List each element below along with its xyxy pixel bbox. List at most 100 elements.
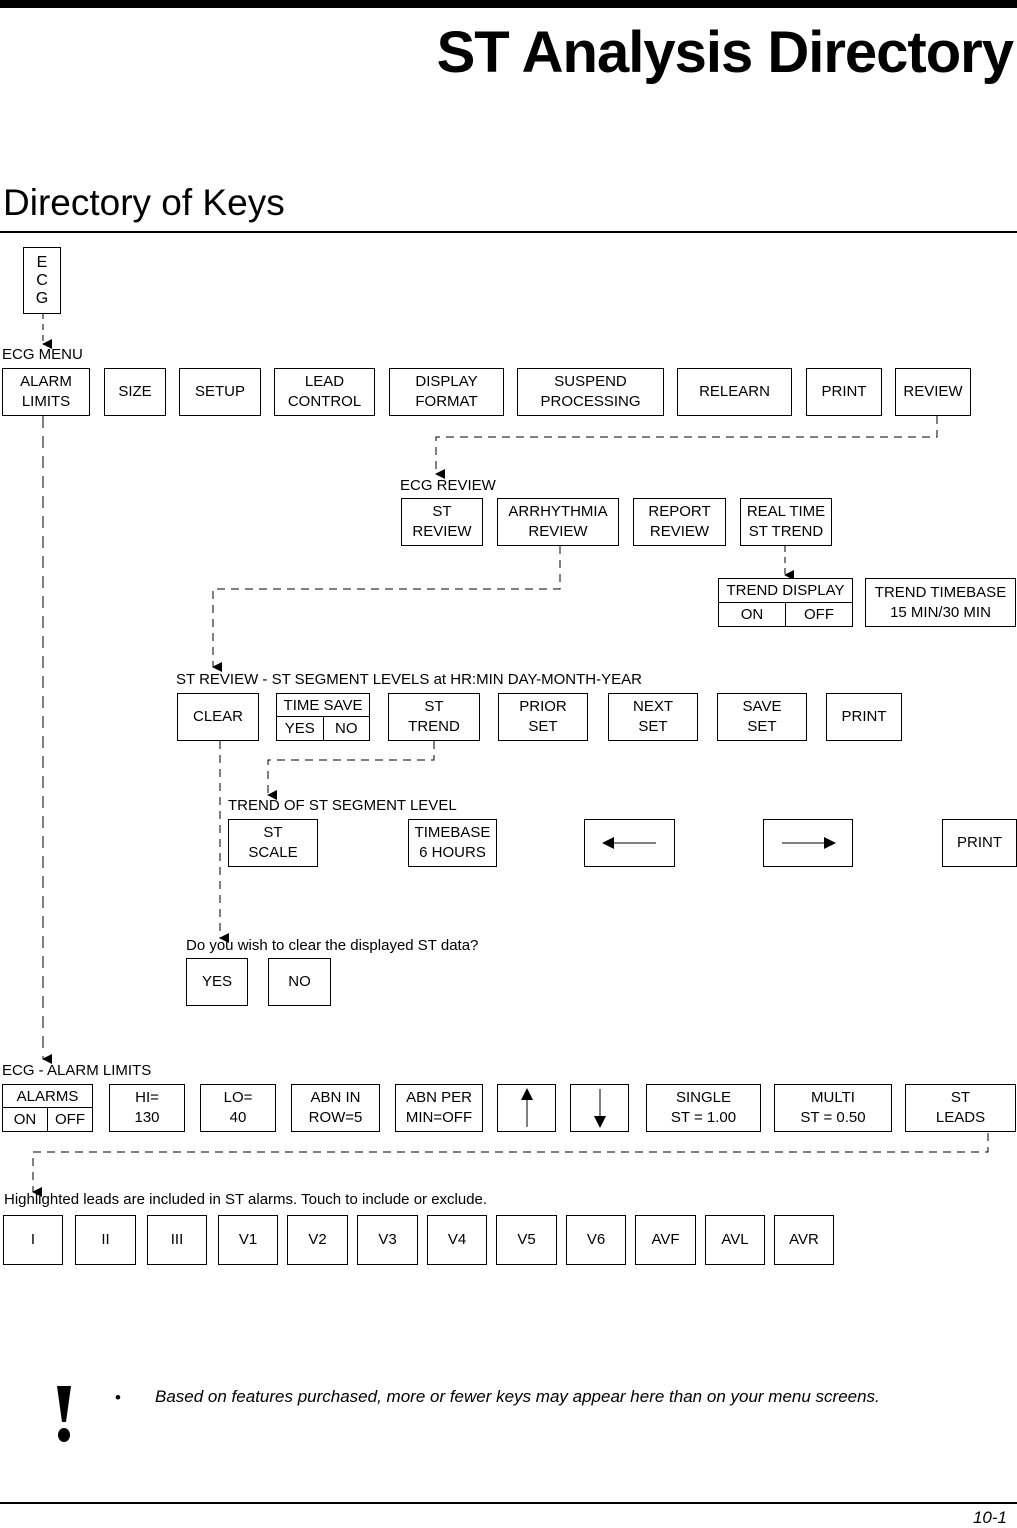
- lead-AVF-key[interactable]: AVF: [635, 1215, 696, 1265]
- next-set-key[interactable]: NEXT SET: [608, 693, 698, 741]
- key-line: TREND: [408, 718, 460, 735]
- trend-display-off[interactable]: OFF: [785, 602, 852, 626]
- st-review-label: ST REVIEW - ST SEGMENT LEVELS at HR:MIN …: [176, 671, 642, 688]
- relearn-key[interactable]: RELEARN: [677, 368, 792, 416]
- size-key[interactable]: SIZE: [104, 368, 166, 416]
- key-line: ABN PER: [406, 1089, 472, 1106]
- alarms-off[interactable]: OFF: [47, 1108, 92, 1131]
- ecg-key[interactable]: E C G: [23, 247, 61, 314]
- key-line: ST = 1.00: [670, 1109, 737, 1126]
- print-key[interactable]: PRINT: [806, 368, 882, 416]
- key-line: REVIEW: [903, 383, 963, 400]
- report-review-key[interactable]: REPORT REVIEW: [633, 498, 726, 546]
- lead-V5-key[interactable]: V5: [496, 1215, 557, 1265]
- hi-limit-key[interactable]: HI= 130: [109, 1084, 185, 1132]
- trend-st-label: TREND OF ST SEGMENT LEVEL: [228, 797, 457, 814]
- lead-AVR-key[interactable]: AVR: [774, 1215, 834, 1265]
- lead-V6-key[interactable]: V6: [566, 1215, 626, 1265]
- lead-V3-key[interactable]: V3: [357, 1215, 418, 1265]
- lead-III-key[interactable]: III: [147, 1215, 207, 1265]
- key-line: LEADS: [935, 1109, 986, 1126]
- lead-I-key[interactable]: I: [3, 1215, 63, 1265]
- save-set-key[interactable]: SAVE SET: [717, 693, 807, 741]
- key-line: PRINT: [821, 383, 867, 400]
- arrhythmia-review-key[interactable]: ARRHYTHMIA REVIEW: [497, 498, 619, 546]
- key-line: 15 MIN/30 MIN: [890, 603, 991, 621]
- multi-st-key[interactable]: MULTI ST = 0.50: [774, 1084, 892, 1132]
- display-format-key[interactable]: DISPLAY FORMAT: [389, 368, 504, 416]
- review-key[interactable]: REVIEW: [895, 368, 971, 416]
- lo-limit-key[interactable]: LO= 40: [200, 1084, 276, 1132]
- key-line: MIN=OFF: [405, 1109, 473, 1126]
- key-line: LO=: [223, 1089, 253, 1106]
- key-line: REAL TIME: [746, 503, 826, 520]
- lead-label: V4: [447, 1231, 467, 1248]
- connector-review: [435, 416, 938, 479]
- key-line: PROCESSING: [540, 393, 641, 410]
- st-leads-key[interactable]: ST LEADS: [905, 1084, 1016, 1132]
- scroll-left-key[interactable]: [584, 819, 675, 867]
- lead-label: V3: [378, 1231, 397, 1248]
- time-save-yes[interactable]: YES: [277, 717, 323, 740]
- key-line: ABN IN: [310, 1089, 361, 1106]
- lead-control-key[interactable]: LEAD CONTROL: [274, 368, 375, 416]
- key-line: SINGLE: [675, 1089, 732, 1106]
- lead-II-key[interactable]: II: [75, 1215, 136, 1265]
- trend-display-on[interactable]: ON: [719, 603, 785, 627]
- arrow-right-icon: [782, 837, 836, 849]
- key-line: RELEARN: [699, 383, 770, 400]
- key-line: CLEAR: [192, 708, 244, 725]
- setup-key[interactable]: SETUP: [179, 368, 261, 416]
- increase-key[interactable]: [497, 1084, 556, 1132]
- trend-display-toggle: TREND DISPLAY ON OFF: [718, 578, 853, 627]
- alarm-limits-key[interactable]: ALARM LIMITS: [2, 368, 90, 416]
- st-scale-key[interactable]: ST SCALE: [228, 819, 318, 867]
- lead-label: AVF: [651, 1231, 680, 1248]
- key-line: PRINT: [841, 708, 887, 725]
- lead-AVL-key[interactable]: AVL: [705, 1215, 765, 1265]
- note-bullet: •: [115, 1388, 121, 1407]
- scroll-right-key[interactable]: [763, 819, 853, 867]
- time-save-toggle: TIME SAVE YES NO: [276, 693, 370, 741]
- lead-V4-key[interactable]: V4: [427, 1215, 487, 1265]
- abn-per-min-key[interactable]: ABN PER MIN=OFF: [395, 1084, 483, 1132]
- key-line: NO: [288, 973, 311, 990]
- key-line: SETUP: [194, 383, 245, 400]
- clear-no-key[interactable]: NO: [268, 958, 331, 1006]
- key-line: YES: [201, 973, 232, 990]
- lead-label: V6: [586, 1231, 606, 1248]
- trend-print-key[interactable]: PRINT: [942, 819, 1017, 867]
- st-review-print-key[interactable]: PRINT: [826, 693, 902, 741]
- st-leads-label: Highlighted leads are included in ST ala…: [4, 1191, 488, 1208]
- timebase-key[interactable]: TIMEBASE 6 HOURS: [408, 819, 497, 867]
- key-line: REVIEW: [528, 523, 588, 540]
- bottom-rule: [0, 1502, 1017, 1504]
- alarms-on[interactable]: ON: [3, 1108, 47, 1131]
- time-save-title: TIME SAVE: [277, 694, 369, 717]
- lead-label: V5: [517, 1231, 536, 1248]
- st-review-key[interactable]: ST REVIEW: [401, 498, 483, 546]
- clear-key[interactable]: CLEAR: [177, 693, 259, 741]
- key-line: CONTROL: [287, 393, 362, 410]
- clear-yes-key[interactable]: YES: [186, 958, 248, 1006]
- time-save-no[interactable]: NO: [322, 717, 370, 740]
- ecg-menu-label: ECG MENU: [2, 346, 83, 363]
- key-line: SAVE: [742, 698, 782, 715]
- lead-V1-key[interactable]: V1: [218, 1215, 278, 1265]
- abn-in-row-key[interactable]: ABN IN ROW=5: [291, 1084, 380, 1132]
- real-time-st-trend-key[interactable]: REAL TIME ST TREND: [740, 498, 832, 546]
- key-line: NEXT: [632, 698, 673, 715]
- single-st-key[interactable]: SINGLE ST = 1.00: [646, 1084, 761, 1132]
- decrease-key[interactable]: [570, 1084, 629, 1132]
- arrow-down-icon: [593, 1089, 606, 1128]
- key-line: REVIEW: [412, 523, 472, 540]
- st-trend-key[interactable]: ST TREND: [388, 693, 480, 741]
- alarms-title: ALARMS: [3, 1085, 92, 1108]
- alarms-toggle: ALARMS ON OFF: [2, 1084, 93, 1132]
- prior-set-key[interactable]: PRIOR SET: [498, 693, 588, 741]
- lead-V2-key[interactable]: V2: [287, 1215, 348, 1265]
- lead-label: V1: [238, 1231, 258, 1248]
- key-line: ROW=5: [308, 1109, 363, 1126]
- trend-timebase-key[interactable]: TREND TIMEBASE 15 MIN/30 MIN: [865, 578, 1016, 627]
- suspend-processing-key[interactable]: SUSPEND PROCESSING: [517, 368, 664, 416]
